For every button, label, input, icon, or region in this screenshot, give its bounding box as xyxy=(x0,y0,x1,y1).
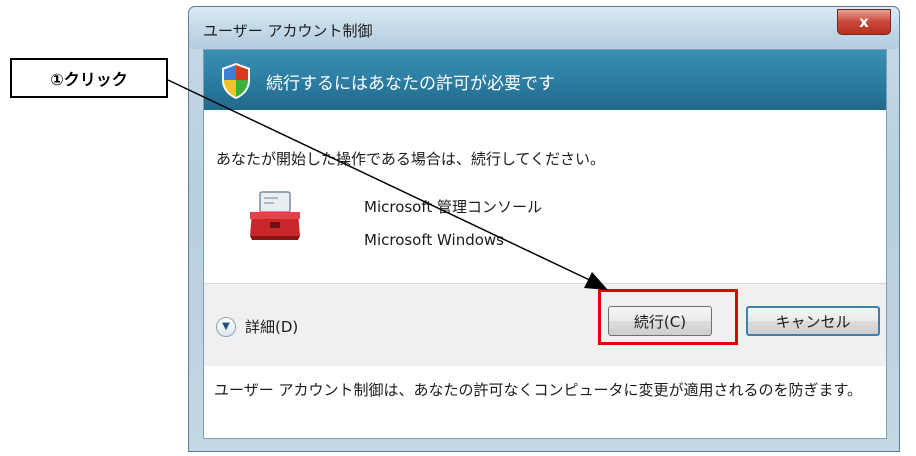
annotation-arrow xyxy=(167,79,608,290)
